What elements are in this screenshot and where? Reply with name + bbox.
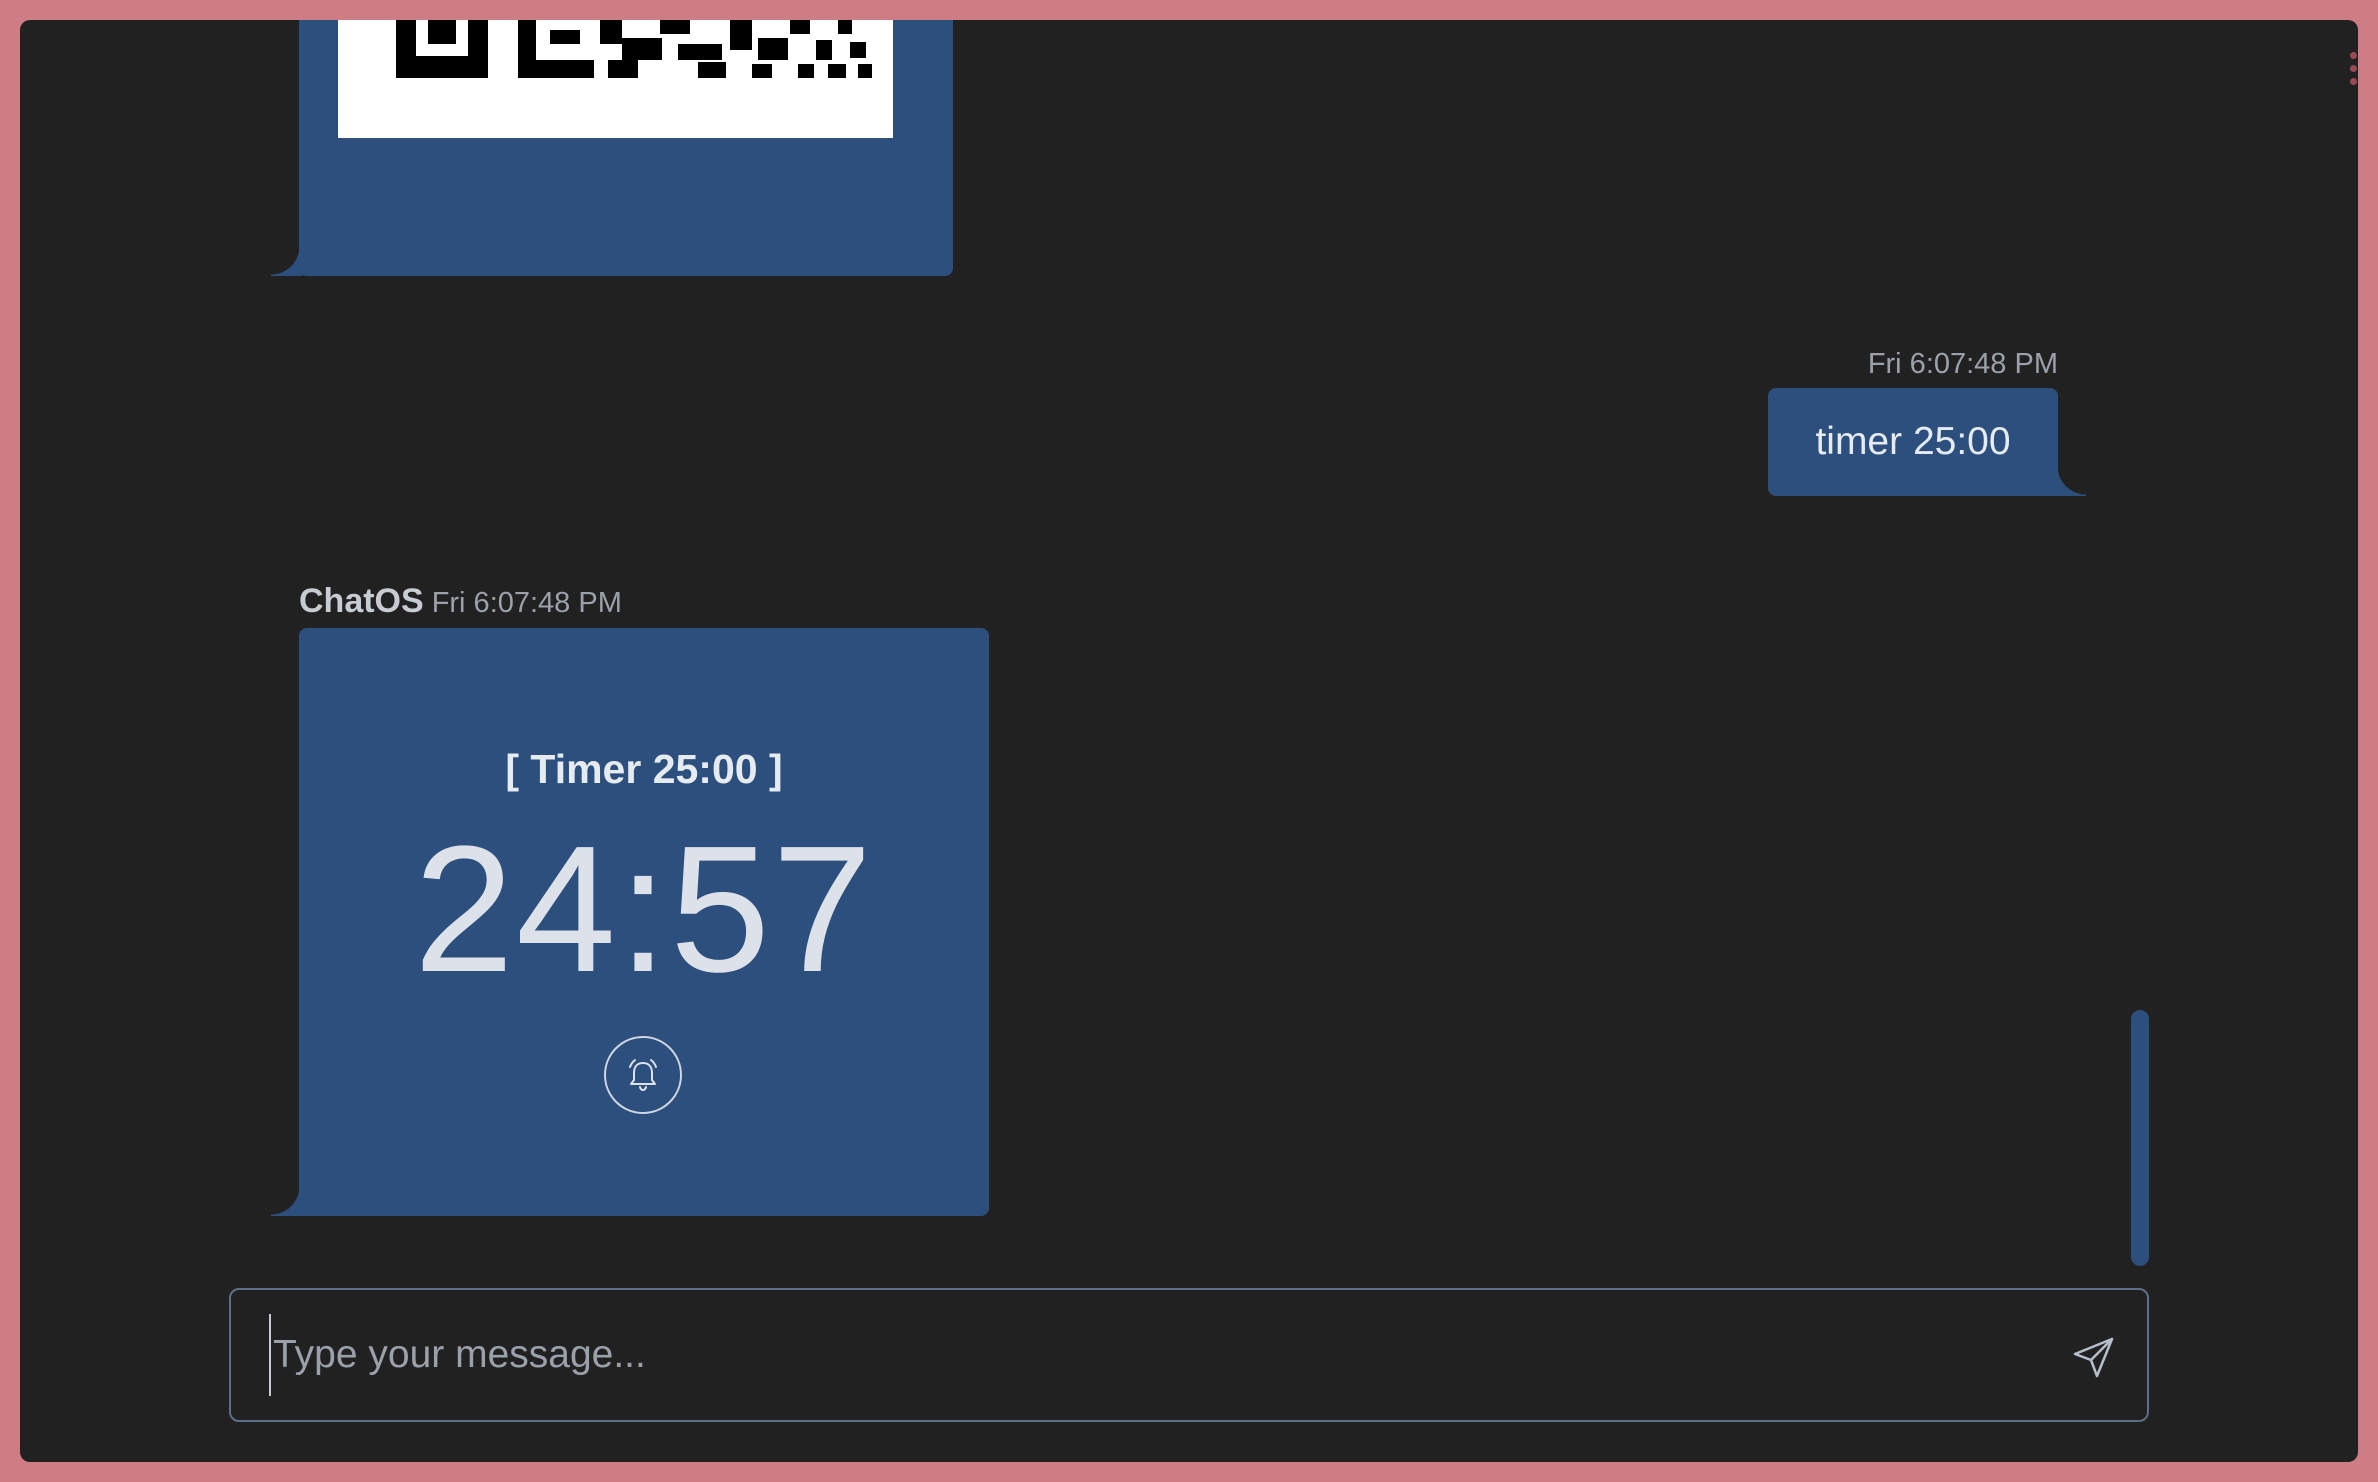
chat-scrollbar-thumb[interactable] <box>2131 1010 2149 1266</box>
bot-message-header: ChatOS Fri 6:07:48 PM <box>299 582 622 621</box>
qr-code-image <box>338 20 893 138</box>
qr-message-bubble <box>271 20 953 276</box>
chat-window: Fri 6:07:48 PM timer 25:00 ChatOS Fri 6:0… <box>20 20 2358 1462</box>
message-composer <box>229 1288 2149 1422</box>
bot-message-timestamp: Fri 6:07:48 PM <box>431 587 622 619</box>
timer-message-bubble: [ Timer 25:00 ] 24:57 <box>271 628 989 1216</box>
timer-title: [ Timer 25:00 ] <box>505 746 783 792</box>
timer-countdown: 24:57 <box>413 809 875 1010</box>
send-button[interactable] <box>2071 1334 2117 1380</box>
bell-icon <box>629 1059 657 1091</box>
window-drag-handle[interactable] <box>2348 52 2358 92</box>
message-input[interactable] <box>269 1314 2035 1396</box>
send-icon <box>2073 1337 2114 1378</box>
bot-sender-name: ChatOS <box>299 582 424 620</box>
user-message-timestamp: Fri 6:07:48 PM <box>1867 348 2058 380</box>
alarm-bell-button[interactable] <box>604 1036 682 1114</box>
user-message-bubble: timer 25:00 <box>1768 388 2086 496</box>
user-message-text: timer 25:00 <box>1815 420 2011 463</box>
